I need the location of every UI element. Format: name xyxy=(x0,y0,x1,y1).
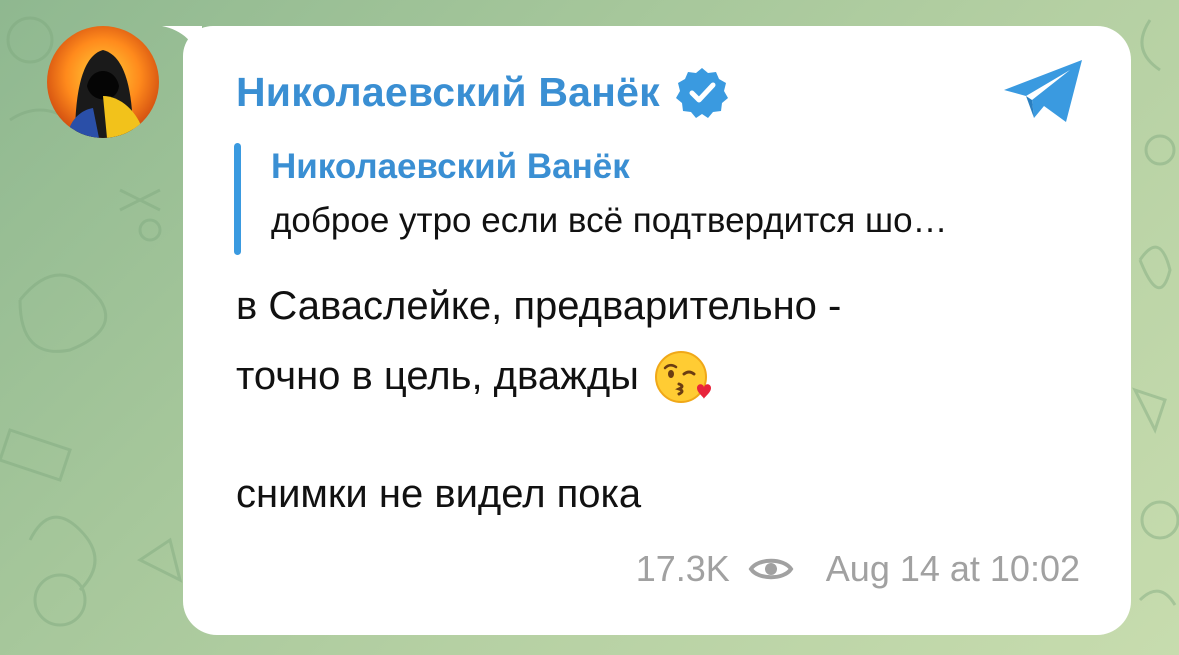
channel-avatar[interactable] xyxy=(47,26,159,138)
message-text-line-2: точно в цель, дважды xyxy=(236,353,639,398)
verified-badge-icon xyxy=(675,68,728,118)
message-text-line-2-row: точно в цель, дважды xyxy=(236,346,713,406)
eye-icon xyxy=(748,558,794,580)
message-text-line-3: снимки не видел пока xyxy=(236,472,642,516)
message-text-line-1: в Саваслейке, предварительно - xyxy=(236,284,842,328)
channel-name[interactable]: Николаевский Ванёк xyxy=(236,69,660,116)
reply-quote[interactable]: Николаевский Ванёк доброе утро если всё … xyxy=(234,143,1094,255)
message-timestamp: Aug 14 at 10:02 xyxy=(825,548,1080,589)
hooded-figure-avatar-image xyxy=(47,26,159,138)
view-count: 17.3K xyxy=(635,548,730,589)
reply-sender-name: Николаевский Ванёк xyxy=(271,147,630,186)
message-header: Николаевский Ванёк xyxy=(236,64,728,120)
reply-quote-bar xyxy=(234,143,241,255)
reply-preview-text: доброе утро если всё подтвердится шо… xyxy=(271,201,948,240)
kissing-face-emoji-icon xyxy=(654,351,711,403)
message-meta: 17.3K Aug 14 at 10:02 xyxy=(636,548,1080,590)
telegram-share-icon[interactable] xyxy=(1000,56,1086,126)
